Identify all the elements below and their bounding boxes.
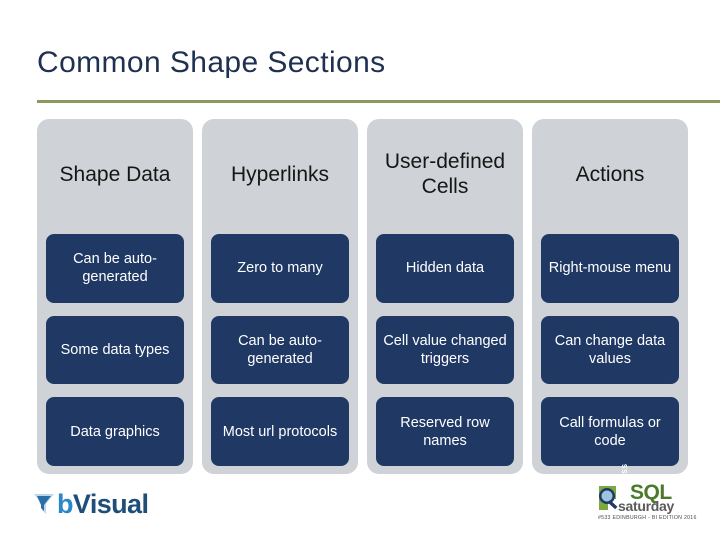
table-row: Can be auto-generated	[37, 229, 193, 311]
table-row: Can change data values	[532, 310, 688, 393]
cell-chip: Zero to many	[211, 234, 349, 303]
cell-chip: Data graphics	[46, 397, 184, 466]
page-title: Common Shape Sections	[37, 46, 386, 79]
bvisual-wordmark: bVisual	[57, 488, 149, 519]
cell-chip: Can be auto-generated	[46, 234, 184, 303]
common-shape-sections-table: Shape Data Hyperlinks User-defined Cells…	[37, 119, 688, 474]
table-cell: Most url protocols	[202, 392, 358, 474]
column-header-label: User-defined Cells	[384, 150, 506, 198]
cell-chip: Cell value changed triggers	[376, 315, 514, 385]
column-header-label: Hyperlinks	[230, 162, 330, 186]
table-cell: Call formulas or code	[532, 392, 688, 474]
table-cell: Can change data values	[532, 311, 688, 393]
table-cell: Reserved row names	[367, 392, 523, 474]
table-cell: Can be auto-generated	[202, 311, 358, 393]
table-row: Data graphics	[37, 392, 193, 474]
funnel-arrow-icon	[33, 492, 55, 516]
bvisual-logo: bVisual	[33, 487, 149, 521]
cell-chip: Can change data values	[541, 315, 679, 385]
column-header-label: Shape Data	[59, 162, 171, 186]
table-cell: Some data types	[37, 311, 193, 393]
table-header-cell-4: Actions	[532, 119, 688, 229]
table-cell: Data graphics	[37, 392, 193, 474]
cell-chip: Call formulas or code	[541, 397, 679, 466]
cell-chip: Can be auto-generated	[211, 315, 349, 385]
table-cell: Right-mouse menu	[532, 229, 688, 311]
cell-chip: Reserved row names	[376, 397, 514, 466]
table-header-cell-3: User-defined Cells	[367, 119, 523, 229]
table-row: Cell value changed triggers	[367, 310, 523, 393]
table-row: Reserved row names	[367, 392, 523, 474]
sqlsaturday-subtitle: #533 EDINBURGH - BI EDITION 2016	[598, 515, 697, 521]
table-cell: Hidden data	[367, 229, 523, 311]
column-header-label: Actions	[575, 162, 645, 186]
table-row: Some data types	[37, 310, 193, 393]
table-row: Most url protocols	[202, 392, 358, 474]
saturday-label: saturday	[618, 498, 674, 514]
table-row: Right-mouse menu	[532, 229, 688, 311]
table-row: Zero to many	[202, 229, 358, 311]
table-header-cell-2: Hyperlinks	[202, 119, 358, 229]
title-divider	[37, 100, 720, 103]
bvisual-word-b: b	[57, 488, 74, 519]
table-cell: Zero to many	[202, 229, 358, 311]
table-cell: Cell value changed triggers	[367, 311, 523, 393]
table-row: Hidden data	[367, 229, 523, 311]
sqlsaturday-logo: PASS SQL saturday #533 EDINBURGH - BI ED…	[596, 463, 706, 526]
table-row: Call formulas or code	[532, 392, 688, 474]
table-header-cell-1: Shape Data	[37, 119, 193, 229]
pass-label: PASS	[622, 463, 629, 484]
cell-chip: Most url protocols	[211, 397, 349, 466]
table-row: Can be auto-generated	[202, 310, 358, 393]
cell-chip: Right-mouse menu	[541, 234, 679, 303]
table-cell: Can be auto-generated	[37, 229, 193, 311]
bvisual-word-visual: Visual	[72, 488, 149, 519]
cell-chip: Some data types	[46, 315, 184, 385]
cell-chip: Hidden data	[376, 234, 514, 303]
